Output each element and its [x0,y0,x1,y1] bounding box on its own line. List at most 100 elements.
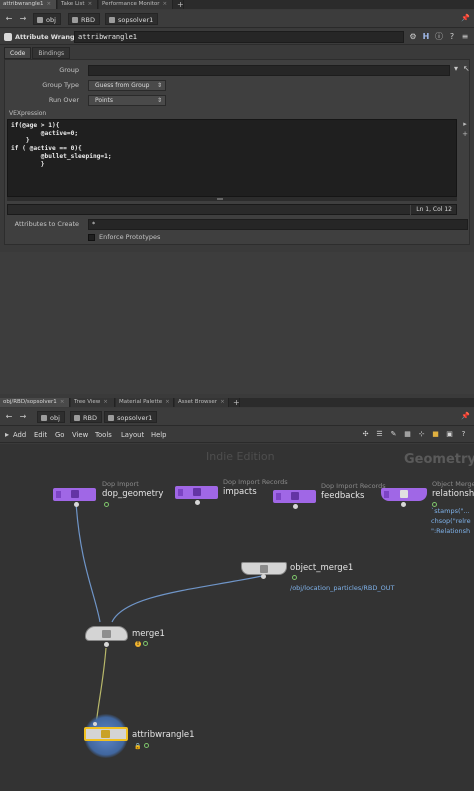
pin-icon[interactable]: 📌 [461,412,470,420]
node-name-label[interactable]: dop_geometry [102,489,163,499]
output-connector[interactable] [74,502,79,507]
enforce-prototypes-checkbox[interactable] [88,234,95,241]
pin-icon[interactable]: 📌 [461,14,470,22]
attributes-to-create-field[interactable]: * [88,219,468,230]
close-icon[interactable]: × [88,1,93,7]
info-icon[interactable]: ⓘ [434,31,444,43]
relationships-node[interactable] [381,488,427,501]
close-icon[interactable]: × [163,1,168,7]
vex-code-editor[interactable]: if(@age > 1){ @active=0; } if ( @active … [7,119,457,197]
display-flag-icon[interactable] [143,641,148,646]
tab-tree-view[interactable]: Tree View × [71,398,115,407]
scroll-thumb[interactable] [217,198,223,200]
close-icon[interactable]: × [60,399,65,405]
close-icon[interactable]: × [103,399,108,405]
network-editor[interactable]: Indie Edition Geometry Dop Import dop_ge… [0,444,474,791]
group-type-dropdown[interactable]: Guess from Group ⇕ [88,80,166,91]
tab-label: Take List [61,1,85,7]
dop-geometry-node[interactable] [53,488,96,501]
menu-icon[interactable]: ≡ [460,31,470,43]
display-flag-icon[interactable] [104,502,109,507]
display-flag-icon[interactable] [292,575,297,580]
gear-icon[interactable]: ⚙ [408,31,418,43]
add-tab-icon[interactable]: + [174,0,184,9]
back-arrow-icon[interactable]: ← [4,14,14,24]
breadcrumb-obj[interactable]: obj [33,13,61,25]
menu-go[interactable]: Go [55,430,64,440]
menu-add[interactable]: Add [13,430,26,440]
run-over-dropdown[interactable]: Points ⇕ [88,95,166,106]
help-icon[interactable]: ? [459,430,468,439]
close-icon[interactable]: × [46,1,51,7]
output-connector[interactable] [261,574,266,579]
warning-icon[interactable]: ! [135,641,141,647]
breadcrumb-sopsolver1[interactable]: sopsolver1 [105,13,159,25]
tab-code[interactable]: Code [4,47,32,59]
breadcrumb-obj[interactable]: obj [37,411,65,423]
wrench-icon[interactable]: ✣ [361,430,370,439]
object-merge1-node[interactable] [241,562,287,575]
display-flag-icon[interactable] [144,743,149,748]
shape-palette-icon[interactable]: ▣ [445,430,454,439]
breadcrumb-sopsolver1[interactable]: sopsolver1 [104,411,158,423]
menu-edit[interactable]: Edit [34,430,47,440]
node-name-label[interactable]: object_merge1 [290,563,353,573]
input-connector[interactable] [93,722,97,726]
attribwrangle1-node[interactable] [84,727,128,741]
list-icon[interactable]: ☰ [375,430,384,439]
forward-arrow-icon[interactable]: → [18,412,28,422]
node-name-label[interactable]: impacts [223,487,257,497]
merge-icon [102,630,111,638]
node-name-field[interactable]: attribwrangle1 [74,31,404,43]
snap-icon[interactable]: ⊹ [417,430,426,439]
tab-performance-monitor[interactable]: Performance Monitor × [99,0,173,9]
tab-network-view[interactable]: obj/RBD/sopsolver1 × [0,398,70,407]
menu-layout[interactable]: Layout [121,430,144,440]
code-horizontal-scrollbar[interactable] [7,197,457,201]
create-params-plus-icon[interactable]: + [460,129,470,139]
group-field[interactable] [88,65,450,76]
code-menu-arrow-icon[interactable]: ▸ [460,119,470,129]
node-name-label[interactable]: relationsh [432,489,474,499]
menu-help[interactable]: Help [151,430,167,440]
node-name-label[interactable]: merge1 [132,629,165,639]
color-palette-icon[interactable]: ■ [431,430,440,439]
forward-arrow-icon[interactable]: → [18,14,28,24]
empty-parameter-space [0,252,474,394]
tab-bindings[interactable]: Bindings [32,47,71,59]
notes-icon[interactable]: ✎ [389,430,398,439]
group-select-arrow-icon[interactable]: ↖ [463,64,470,73]
node-name-label[interactable]: feedbacks [321,491,364,501]
breadcrumb-rbd[interactable]: RBD [68,13,100,25]
output-connector[interactable] [293,504,298,509]
node-name-label[interactable]: attribwrangle1 [132,730,195,740]
back-arrow-icon[interactable]: ← [4,412,14,422]
menu-tools[interactable]: Tools [95,430,112,440]
group-label: Group [59,66,79,74]
node-type-label: Attribute Wrangle [15,33,82,41]
group-menu-arrow-icon[interactable]: ▾ [454,64,458,73]
sidebar-arrow-icon[interactable]: ▸ [2,430,12,440]
tab-attribwrangle1[interactable]: attribwrangle1 × [0,0,57,9]
impacts-node[interactable] [175,486,218,499]
tab-asset-browser[interactable]: Asset Browser × [175,398,229,407]
dop-import-icon [70,490,79,498]
grid-icon[interactable]: ▦ [403,430,412,439]
help-icon[interactable]: H [421,31,431,43]
add-tab-icon[interactable]: + [230,398,240,407]
merge1-node[interactable] [85,626,128,641]
lock-icon[interactable]: 🔒 [134,743,141,750]
wire-objmerge-to-merge[interactable] [111,575,263,623]
tab-take-list[interactable]: Take List × [58,0,98,9]
menu-view[interactable]: View [72,430,88,440]
output-connector[interactable] [104,642,109,647]
tab-material-palette[interactable]: Material Palette × [116,398,174,407]
breadcrumb-rbd[interactable]: RBD [70,411,102,423]
close-icon[interactable]: × [220,399,225,405]
wire-dop-to-merge[interactable] [75,501,101,623]
output-connector[interactable] [401,502,406,507]
close-icon[interactable]: × [165,399,170,405]
help-alt-icon[interactable]: ? [447,31,457,43]
feedbacks-node[interactable] [273,490,316,503]
output-connector[interactable] [195,500,200,505]
